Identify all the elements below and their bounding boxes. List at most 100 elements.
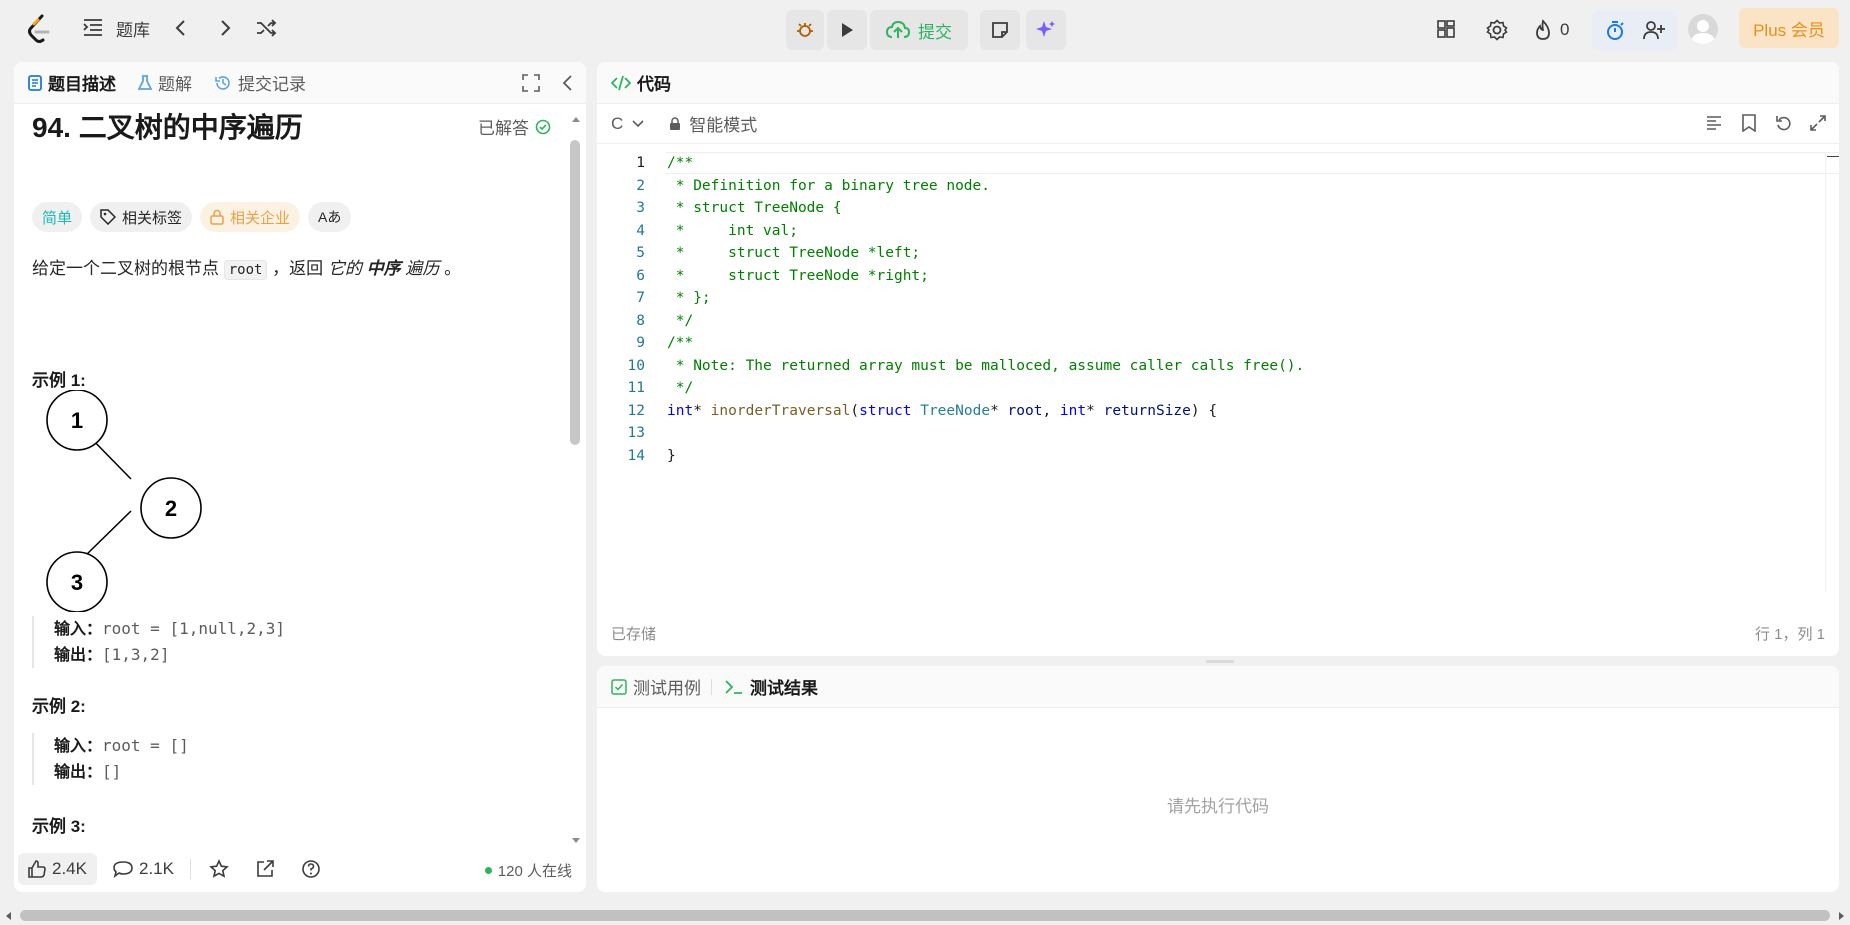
code-line: 4 * int val; xyxy=(597,220,798,243)
scroll-right-arrow[interactable] xyxy=(1838,911,1846,921)
translate-button[interactable]: Aあ xyxy=(308,202,352,232)
random-problem-icon[interactable] xyxy=(255,18,277,38)
share-button[interactable] xyxy=(245,853,285,885)
note-button[interactable] xyxy=(980,10,1020,50)
code-text: * int val; xyxy=(667,222,798,239)
code-line: 12 int* inorderTraversal(struct TreeNode*… xyxy=(597,400,1218,423)
checkbox-icon xyxy=(611,678,627,695)
debug-button[interactable] xyxy=(786,10,824,50)
problem-statement: 给定一个二叉树的根节点 root ，返回 它的 中序 遍历 。 xyxy=(32,254,462,280)
tree-node-label: 1 xyxy=(71,408,83,433)
line-number: 11 xyxy=(627,380,645,397)
example-input: root = [] xyxy=(102,736,189,755)
avatar[interactable] xyxy=(1688,14,1718,44)
scroll-left-arrow[interactable] xyxy=(4,911,12,921)
online-label: 120 人在线 xyxy=(497,863,572,880)
example-heading: 示例 1: xyxy=(32,371,86,390)
code-line: 2 * Definition for a binary tree node. xyxy=(597,175,990,198)
fullscreen-icon[interactable] xyxy=(522,74,540,97)
add-user-icon[interactable] xyxy=(1642,19,1666,41)
cursor-position: 行 1，列 1 xyxy=(1754,626,1825,643)
layout-icon[interactable] xyxy=(1436,19,1456,39)
solved-label: 已解答 xyxy=(478,119,529,138)
prev-problem-icon[interactable] xyxy=(174,18,188,38)
run-button[interactable] xyxy=(827,10,867,50)
leetcode-logo[interactable] xyxy=(26,14,52,44)
online-count: 120 人在线 xyxy=(484,860,572,881)
code-text: */ xyxy=(667,312,694,329)
scroll-up-arrow[interactable] xyxy=(571,110,581,128)
statement-italic: 遍历 xyxy=(400,259,440,278)
ai-assist-button[interactable] xyxy=(1026,10,1066,50)
test-tabs: 测试用例 测试结果 xyxy=(597,666,1839,708)
chevron-down-icon xyxy=(632,119,644,127)
tab-description[interactable]: 题目描述 xyxy=(28,70,116,95)
statement-text: 。 xyxy=(439,259,462,278)
tag-icon xyxy=(100,209,117,225)
description-scrollbar[interactable] xyxy=(570,140,580,445)
lock-icon xyxy=(670,116,681,130)
plus-membership-button[interactable]: Plus 会员 xyxy=(1739,8,1839,48)
line-number: 4 xyxy=(636,222,645,239)
check-circle-icon xyxy=(535,119,551,134)
expand-icon[interactable] xyxy=(1809,114,1827,137)
tab-solutions[interactable]: 题解 xyxy=(138,70,192,95)
format-icon[interactable] xyxy=(1705,114,1723,137)
problem-bank-link[interactable]: 题库 xyxy=(116,16,150,41)
collapse-panel-icon[interactable] xyxy=(562,74,574,97)
line-number: 1 xyxy=(636,155,645,172)
comment-icon xyxy=(113,861,133,878)
code-icon xyxy=(611,75,631,90)
language-select[interactable]: C xyxy=(611,114,645,134)
code-text: * Definition for a binary tree node. xyxy=(667,177,991,194)
description-tabs: 题目描述 题解 提交记录 xyxy=(14,62,586,104)
tab-code[interactable]: 代码 xyxy=(611,70,671,95)
next-problem-icon[interactable] xyxy=(218,18,232,38)
problem-title: 94. 二叉树的中序遍历 xyxy=(32,112,303,143)
minimap-slider[interactable] xyxy=(1827,156,1839,157)
tab-label: 测试用例 xyxy=(633,679,701,698)
code-line: 1 /** xyxy=(597,152,693,175)
bookmark-icon[interactable] xyxy=(1741,114,1757,137)
statement-text: 给定一个二叉树的根节点 xyxy=(32,259,224,278)
stopwatch-icon[interactable] xyxy=(1604,19,1626,41)
code-text: * struct TreeNode *right; xyxy=(667,267,929,284)
related-companies-button[interactable]: 相关企业 xyxy=(200,202,301,232)
settings-icon[interactable] xyxy=(1486,19,1508,41)
line-number: 5 xyxy=(636,245,645,262)
related-companies-label: 相关企业 xyxy=(230,209,291,227)
page-horizontal-scrollbar[interactable] xyxy=(0,906,1850,925)
favorite-button[interactable] xyxy=(199,853,239,885)
problem-list-icon[interactable] xyxy=(82,17,104,37)
code-text: */ xyxy=(667,380,694,397)
minimap[interactable] xyxy=(1825,152,1839,592)
like-button[interactable]: 2.4K xyxy=(18,853,97,885)
tab-label: 测试结果 xyxy=(750,679,818,698)
tab-label: 代码 xyxy=(637,75,671,94)
statement-bold: 中序 xyxy=(366,259,401,278)
code-line: 10 * Note: The returned array must be ma… xyxy=(597,355,1305,378)
online-dot xyxy=(484,867,492,874)
submit-button[interactable]: 提交 xyxy=(870,10,968,50)
smart-mode[interactable]: 智能模式 xyxy=(669,111,757,136)
related-tags-button[interactable]: 相关标签 xyxy=(90,202,193,232)
timer-collab-group xyxy=(1592,10,1678,50)
streak-counter[interactable]: 0 xyxy=(1534,19,1569,41)
reset-icon[interactable] xyxy=(1775,114,1793,137)
line-number: 9 xyxy=(636,335,645,352)
code-editor[interactable]: 1 /** 2 * Definition for a binary tree no… xyxy=(597,152,1839,592)
code-text: * struct TreeNode { xyxy=(667,200,842,217)
panel-resize-handle[interactable] xyxy=(1206,660,1234,663)
comments-button[interactable]: 2.1K xyxy=(103,853,184,885)
difficulty-badge[interactable]: 简单 xyxy=(32,202,83,232)
code-line: 7 * }; xyxy=(597,287,710,310)
line-number: 10 xyxy=(627,357,645,374)
scrollbar-thumb[interactable] xyxy=(20,910,1830,921)
help-button[interactable] xyxy=(291,853,331,885)
test-panel: 测试用例 测试结果 请先执行代码 xyxy=(597,666,1839,892)
divider xyxy=(711,678,712,695)
tab-test-results[interactable]: 测试结果 xyxy=(724,674,818,699)
thumbs-up-icon xyxy=(28,860,46,878)
tab-submissions[interactable]: 提交记录 xyxy=(214,70,306,95)
tab-testcases[interactable]: 测试用例 xyxy=(611,674,701,699)
